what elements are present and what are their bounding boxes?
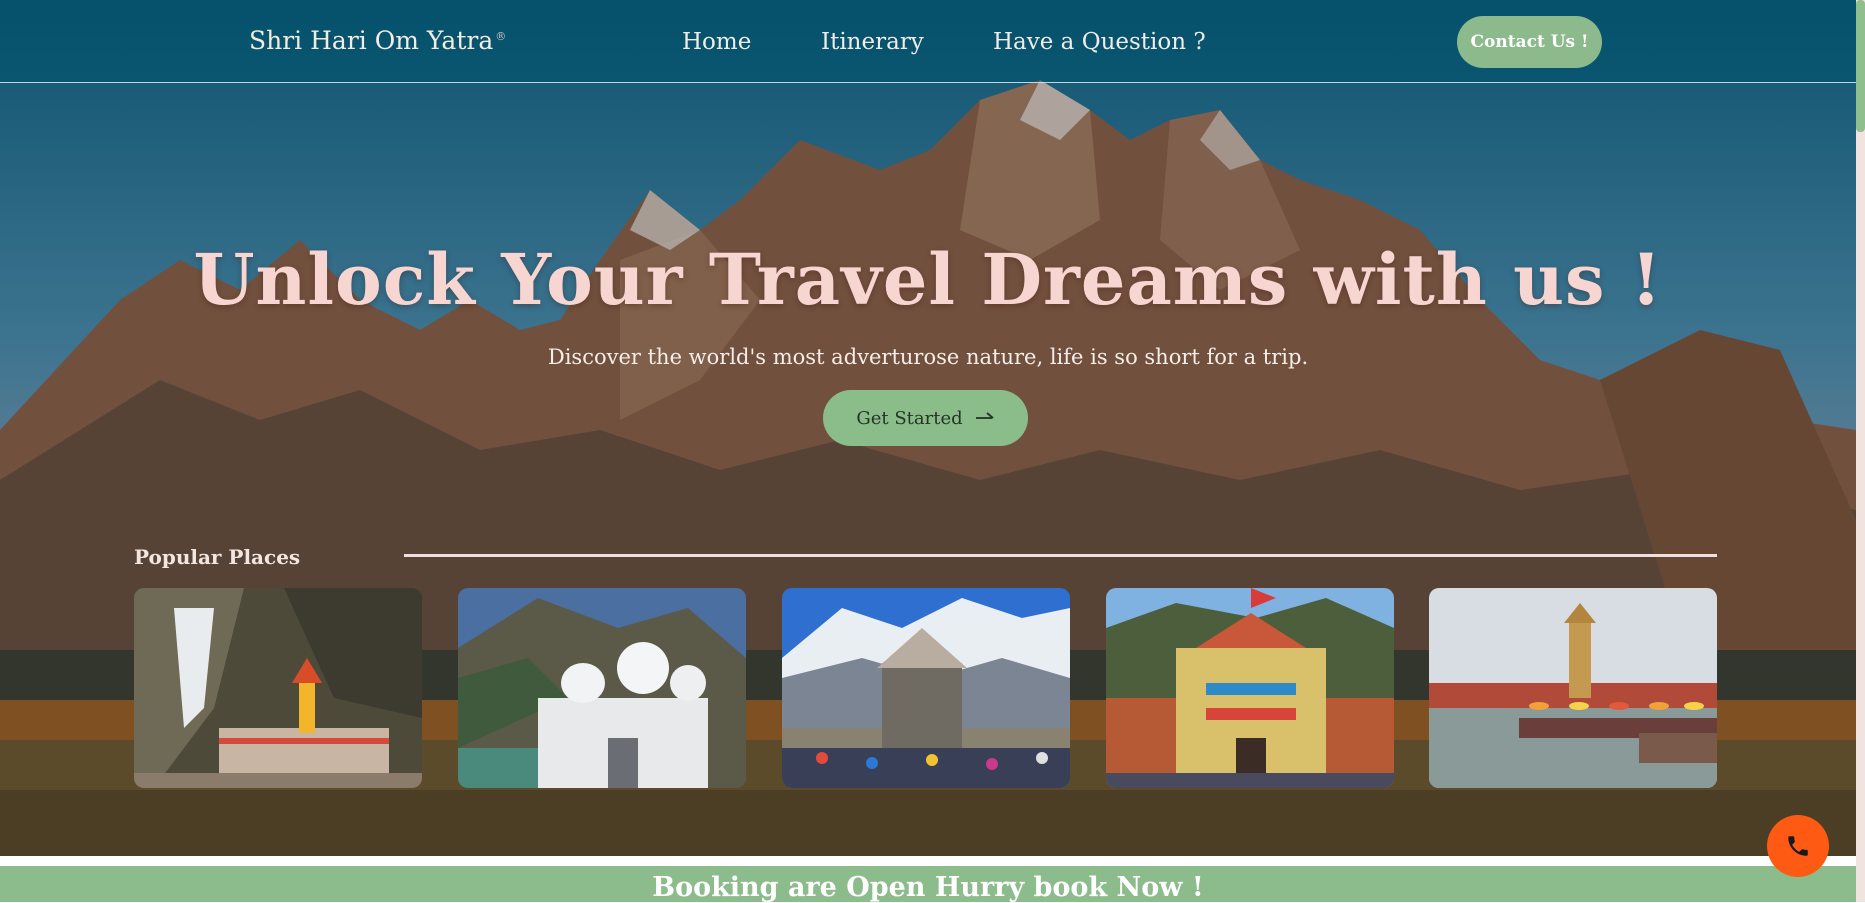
place-card-gangotri[interactable]: [458, 588, 746, 788]
nav-link-itinerary[interactable]: Itinerary: [821, 29, 924, 55]
navbar: Shri Hari Om Yatra ® Home Itinerary Have …: [0, 0, 1856, 83]
nav-link-home[interactable]: Home: [682, 29, 751, 55]
scrollbar-thumb[interactable]: [1856, 0, 1865, 132]
hero-section: Shri Hari Om Yatra ® Home Itinerary Have …: [0, 0, 1856, 856]
get-started-label: Get Started: [856, 407, 963, 429]
phone-call-button[interactable]: [1767, 815, 1829, 877]
haridwar-ghat-image: [1429, 588, 1717, 788]
popular-places-label: Popular Places: [134, 545, 301, 569]
kedarnath-temple-image: [782, 588, 1070, 788]
place-card-yamunotri[interactable]: [134, 588, 422, 788]
scrollbar-track[interactable]: [1856, 0, 1865, 902]
hero-subtitle: Discover the world's most adverturose na…: [547, 345, 1309, 369]
phone-icon: [1788, 836, 1808, 856]
popular-places-divider: [404, 554, 1717, 557]
brand-logo[interactable]: Shri Hari Om Yatra ®: [249, 26, 506, 55]
place-card-haridwar[interactable]: [1429, 588, 1717, 788]
contact-button[interactable]: Contact Us !: [1457, 16, 1602, 68]
get-started-button[interactable]: Get Started: [823, 390, 1028, 446]
booking-banner-text: Booking are Open Hurry book Now !: [652, 872, 1204, 903]
hero-title: Unlock Your Travel Dreams with us !: [193, 238, 1663, 321]
brand-name: Shri Hari Om Yatra: [249, 26, 494, 55]
nav-link-question[interactable]: Have a Question ?: [993, 29, 1206, 55]
yamunotri-temple-image: [134, 588, 422, 788]
booking-banner: Booking are Open Hurry book Now !: [0, 866, 1856, 903]
badrinath-temple-image: [1106, 588, 1394, 788]
place-card-badrinath[interactable]: [1106, 588, 1394, 788]
place-card-kedarnath[interactable]: [782, 588, 1070, 788]
arrow-right-icon: [975, 412, 994, 419]
gangotri-temple-image: [458, 588, 746, 788]
popular-places-cards: [134, 588, 1717, 788]
registered-mark: ®: [495, 29, 507, 43]
